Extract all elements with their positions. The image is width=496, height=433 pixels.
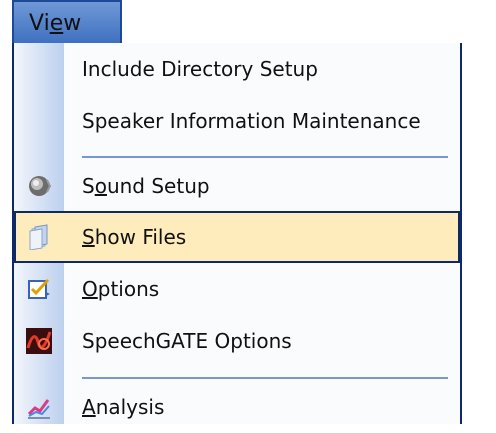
view-menu-label-post: w	[63, 11, 82, 36]
menu-item-label: Speaker Information Maintenance	[82, 109, 421, 133]
menu-separator	[82, 377, 448, 379]
menu-item-options[interactable]: Options	[14, 263, 460, 315]
menu-item-label: Sound Setup	[82, 174, 210, 198]
menu-item-label: Options	[82, 277, 160, 301]
view-menu-mnemonic: e	[49, 11, 64, 36]
menu-item-speaker-information-maintenance[interactable]: Speaker Information Maintenance	[14, 95, 460, 147]
analysis-chart-icon	[26, 394, 52, 420]
menu-item-analysis[interactable]: Analysis	[14, 381, 460, 433]
menu-item-label: SpeechGATE Options	[82, 329, 292, 353]
speaker-icon	[26, 173, 52, 199]
files-icon	[26, 224, 52, 251]
menu-separator	[82, 156, 448, 158]
options-checklist-icon	[26, 276, 52, 302]
view-menu-dropdown: Include Directory Setup Speaker Informat…	[12, 43, 462, 424]
menu-item-label: Show Files	[82, 225, 187, 249]
speechgate-icon	[26, 328, 52, 354]
menu-item-include-directory-setup[interactable]: Include Directory Setup	[14, 43, 460, 95]
menu-item-speechgate-options[interactable]: SpeechGATE Options	[14, 315, 460, 367]
menu-item-show-files[interactable]: Show Files	[14, 211, 460, 263]
menu-item-label: Include Directory Setup	[82, 57, 318, 81]
menu-item-label: Analysis	[82, 395, 165, 419]
view-menu-label-pre: Vi	[29, 11, 50, 36]
view-menu-tab[interactable]: View	[12, 0, 122, 45]
menu-item-sound-setup[interactable]: Sound Setup	[14, 160, 460, 212]
